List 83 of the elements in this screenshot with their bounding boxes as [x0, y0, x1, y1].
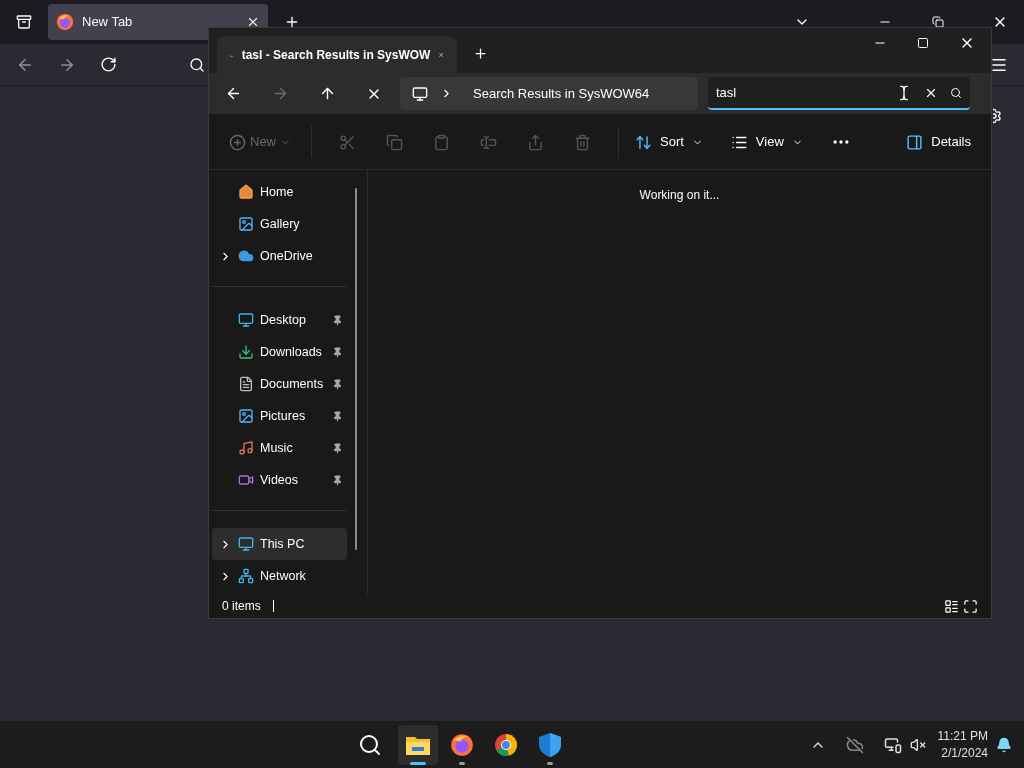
- address-bar[interactable]: Search Results in SysWOW64: [400, 77, 698, 110]
- restore-icon[interactable]: [932, 16, 944, 28]
- cloud-off-icon[interactable]: [845, 735, 864, 754]
- new-tab-icon[interactable]: [473, 46, 488, 61]
- browser-tab[interactable]: New Tab: [48, 4, 268, 40]
- house-icon: [238, 184, 254, 200]
- pin-icon: [332, 378, 343, 390]
- muted-speaker-icon[interactable]: [909, 736, 926, 753]
- nav-item[interactable]: Downloads: [212, 336, 347, 368]
- computer-icon: [238, 536, 254, 552]
- cloud-icon: [238, 248, 254, 264]
- clock-time[interactable]: 11:21 PM: [937, 727, 988, 745]
- explorer-tab[interactable]: tasl - Search Results in SysWOW: [217, 36, 457, 73]
- nav-item[interactable]: Gallery: [212, 208, 347, 240]
- search-icon[interactable]: [189, 56, 205, 73]
- nav-item-label: Gallery: [260, 215, 301, 233]
- pin-icon: [332, 314, 343, 326]
- nav-item-label: This PC: [260, 535, 306, 553]
- nav-item[interactable]: Network: [212, 560, 347, 592]
- firefox-logo-icon: [56, 13, 74, 31]
- search-icon[interactable]: [950, 86, 962, 99]
- bell-icon[interactable]: [996, 736, 1012, 753]
- search-input[interactable]: tasl: [716, 82, 884, 103]
- sort-icon: [635, 133, 652, 151]
- running-indicator: [458, 761, 465, 765]
- nav-item-label: Home: [260, 183, 295, 201]
- nav-item[interactable]: This PC: [212, 528, 347, 560]
- nav-item[interactable]: Home: [212, 176, 347, 208]
- desktop-icon: [238, 312, 254, 328]
- plus-circle-icon: [229, 133, 246, 151]
- pin-icon: [332, 410, 343, 422]
- new-tab-icon[interactable]: [284, 14, 300, 30]
- firefox-icon: [449, 732, 474, 757]
- running-indicator: [546, 761, 553, 765]
- maximize-icon[interactable]: [917, 37, 929, 49]
- pin-icon: [332, 346, 343, 358]
- nav-item-label: Downloads: [260, 343, 323, 361]
- details-button[interactable]: Details: [902, 128, 975, 156]
- nav-item[interactable]: Pictures: [212, 400, 347, 432]
- details-view-icon[interactable]: [944, 598, 959, 614]
- document-icon: [238, 376, 254, 392]
- music-icon: [238, 440, 254, 456]
- nav-item-label: Documents: [260, 375, 325, 393]
- close-icon[interactable]: [246, 15, 260, 29]
- view-button[interactable]: View: [726, 128, 807, 156]
- nav-item[interactable]: Documents: [212, 368, 347, 400]
- nav-item[interactable]: Music: [212, 432, 347, 464]
- tab-title: New Tab: [82, 13, 134, 32]
- clock-date[interactable]: 2/1/2024: [941, 744, 988, 762]
- chrome-icon: [493, 732, 518, 757]
- panel-icon: [906, 133, 924, 151]
- nav-item-label: OneDrive: [260, 247, 314, 265]
- shield-icon: [537, 731, 562, 758]
- gallery-icon: [238, 216, 254, 232]
- nav-item[interactable]: Desktop: [212, 304, 347, 336]
- address-text: Search Results in SysWOW64: [473, 84, 650, 103]
- back-icon[interactable]: [225, 85, 242, 102]
- picture-icon: [238, 408, 254, 424]
- nav-item-label: Desktop: [260, 311, 307, 329]
- status-message: Working on it...: [639, 187, 720, 204]
- nav-item-label: Pictures: [260, 407, 307, 425]
- search-field[interactable]: tasl: [708, 77, 970, 110]
- tab-title: tasl - Search Results in SysWOW: [241, 46, 431, 64]
- pin-icon: [332, 442, 343, 454]
- download-icon: [238, 344, 254, 360]
- nav-item[interactable]: Videos: [212, 464, 347, 496]
- nav-item[interactable]: OneDrive: [212, 240, 347, 272]
- network-monitor-icon[interactable]: [883, 735, 902, 754]
- pin-icon: [332, 474, 343, 486]
- nav-item-label: Videos: [260, 471, 299, 489]
- nav-item-label: Network: [260, 567, 307, 585]
- archive-icon[interactable]: [16, 14, 32, 30]
- computer-icon: [412, 85, 428, 102]
- nav-item-label: Music: [260, 439, 294, 457]
- sort-button[interactable]: Sort: [631, 128, 707, 156]
- search-icon[interactable]: [357, 732, 382, 757]
- item-count: 0 items: [222, 598, 261, 615]
- network-icon: [238, 568, 254, 584]
- running-indicator: [409, 761, 426, 765]
- reload-icon[interactable]: [100, 56, 117, 73]
- taskbar-app-button[interactable]: [397, 724, 438, 765]
- up-icon[interactable]: [319, 85, 336, 102]
- video-icon: [238, 472, 254, 488]
